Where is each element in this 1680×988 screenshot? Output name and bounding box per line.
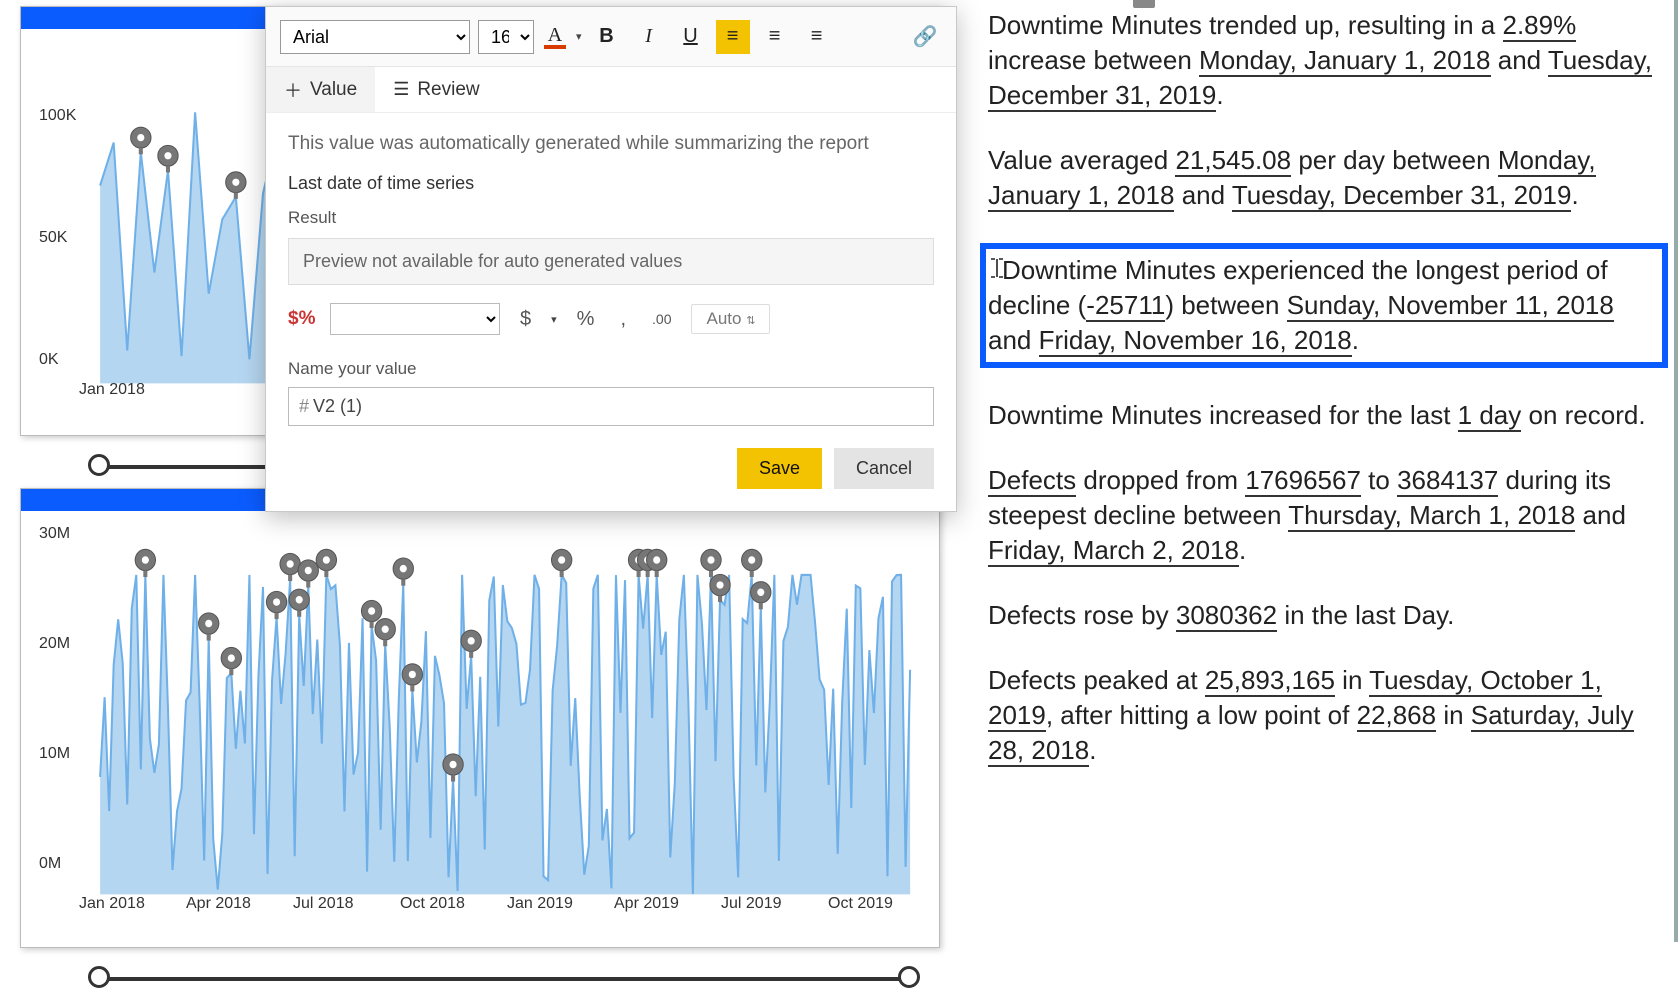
align-center-button[interactable]: ≡ (758, 20, 792, 54)
value-editor-dialog: Arial 16 A ▾ B I U ≡ ≡ ≡ 🔗 ＋ Value ☰ (265, 6, 957, 512)
auto-format-toggle[interactable]: Auto ⇅ (691, 304, 770, 334)
tab-label: Review (417, 79, 479, 101)
chart-svg-bot (39, 511, 935, 937)
fx-icon: $% (288, 308, 316, 330)
slider-handle-end[interactable] (898, 966, 920, 988)
percent-button[interactable]: % (571, 308, 601, 331)
decimal-button[interactable]: .00 (646, 311, 677, 327)
font-family-select[interactable]: Arial (280, 20, 470, 54)
tab-value[interactable]: ＋ Value (266, 67, 375, 112)
link-icon[interactable]: 🔗 (908, 20, 942, 54)
save-button[interactable]: Save (737, 448, 822, 489)
list-icon: ☰ (393, 79, 409, 100)
cancel-button[interactable]: Cancel (834, 448, 934, 489)
insight-downtime-decline-selected[interactable]: Downtime Minutes experienced the longest… (980, 243, 1668, 368)
result-label: Result (288, 208, 934, 228)
range-slider-bot[interactable] (99, 977, 909, 981)
thousands-button[interactable]: , (614, 308, 632, 331)
chevron-down-icon[interactable]: ▾ (551, 313, 557, 326)
narrative-pane[interactable]: Downtime Minutes trended up, resulting i… (978, 0, 1678, 942)
align-left-button[interactable]: ≡ (716, 20, 750, 54)
font-color-button[interactable]: A (542, 20, 568, 54)
defects-chart[interactable]: 30M 20M 10M 0M Jan 2018 Apr 2018 Jul 201… (20, 488, 940, 948)
value-name-input[interactable]: #V2 (1) (288, 387, 934, 426)
underline-button[interactable]: U (674, 20, 708, 54)
insight-value-average: Value averaged 21,545.08 per day between… (988, 143, 1664, 213)
plus-icon: ＋ (284, 77, 302, 103)
currency-button[interactable]: $ (514, 308, 537, 331)
format-row: $% $ ▾ % , .00 Auto ⇅ (288, 303, 934, 335)
insight-downtime-increase: Downtime Minutes increased for the last … (988, 398, 1664, 433)
tab-label: Value (310, 79, 357, 101)
name-label: Name your value (288, 359, 934, 379)
italic-button[interactable]: I (632, 20, 666, 54)
editor-tabs: ＋ Value ☰ Review (266, 67, 956, 113)
x-axis-bot: Jan 2018 Apr 2018 Jul 2018 Oct 2018 Jan … (79, 895, 935, 925)
font-size-select[interactable]: 16 (478, 20, 534, 54)
result-preview: Preview not available for auto generated… (288, 238, 934, 285)
align-right-button[interactable]: ≡ (800, 20, 834, 54)
auto-generated-note: This value was automatically generated w… (288, 133, 934, 155)
insight-defects-rose: Defects rose by 3080362 in the last Day. (988, 598, 1664, 633)
bold-button[interactable]: B (590, 20, 624, 54)
slider-handle-start[interactable] (88, 454, 110, 476)
tab-review[interactable]: ☰ Review (375, 67, 497, 112)
charts-pane: 100K 50K 0K Jan 2018 Apr 2018 30M 20M (0, 0, 960, 948)
insight-defects-drop: Defects dropped from 17696567 to 3684137… (988, 463, 1664, 568)
format-select[interactable] (330, 303, 500, 335)
chevron-down-icon[interactable]: ▾ (576, 30, 582, 43)
slider-handle-start[interactable] (88, 966, 110, 988)
value-description: Last date of time series (288, 173, 934, 194)
insight-downtime-trend: Downtime Minutes trended up, resulting i… (988, 8, 1664, 113)
insight-defects-peak: Defects peaked at 25,893,165 in Tuesday,… (988, 663, 1664, 768)
text-toolbar: Arial 16 A ▾ B I U ≡ ≡ ≡ 🔗 (266, 7, 956, 67)
